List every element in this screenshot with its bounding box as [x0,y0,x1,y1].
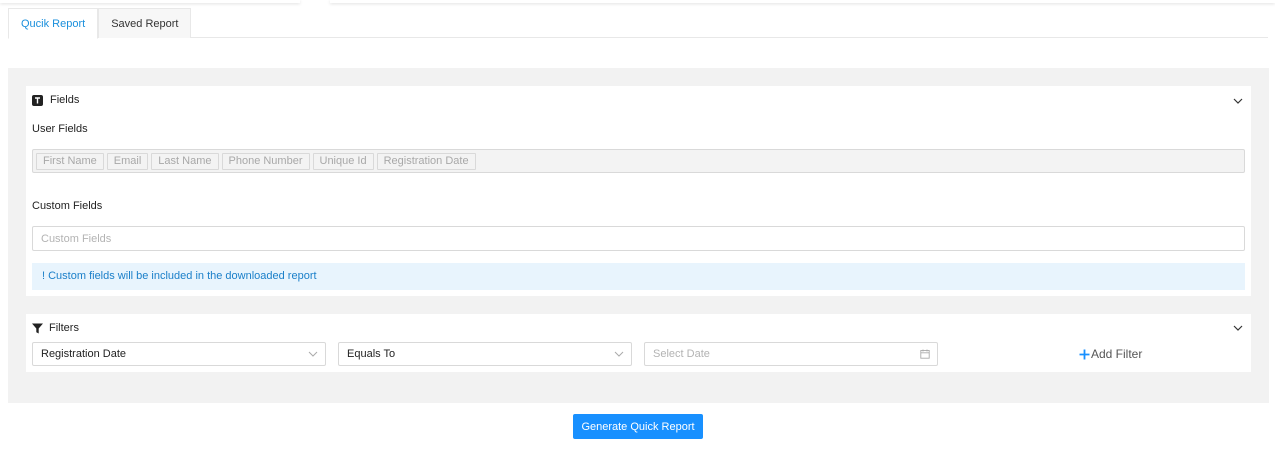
custom-fields-notice: ! Custom fields will be included in the … [32,263,1245,290]
top-bar-left [0,0,300,3]
calendar-icon [920,349,930,359]
custom-fields-input[interactable] [32,226,1245,251]
chevron-down-icon [308,351,318,357]
funnel-icon [32,323,43,333]
fields-card: Fields User Fields First Name Email Last… [26,86,1251,296]
generate-quick-report-button[interactable]: Generate Quick Report [573,414,703,439]
custom-fields-label: Custom Fields [32,200,103,212]
tab-saved-report[interactable]: Saved Report [98,8,192,38]
date-placeholder: Select Date [653,348,710,360]
filter-operator-select[interactable]: Equals To [338,342,632,366]
fields-icon [32,94,43,106]
add-filter-label: Add Filter [1091,347,1143,361]
user-field-tag: Unique Id [312,152,374,170]
fields-title: Fields [50,94,80,106]
filter-field-select[interactable]: Registration Date [32,342,326,366]
report-tabs: Qucik Report Saved Report [8,8,1268,39]
chevron-down-icon [614,351,624,357]
add-filter-button[interactable]: Add Filter [1079,347,1142,361]
filter-field-value: Registration Date [41,348,126,360]
user-field-tag: Phone Number [221,152,310,170]
user-field-tag: Email [106,152,149,170]
user-field-tag: Last Name [151,152,219,170]
tab-quick-report[interactable]: Qucik Report [8,8,99,39]
filters-header[interactable]: Filters [32,322,79,334]
user-fields-label: User Fields [32,123,88,135]
top-bar-right [330,0,1275,3]
chevron-down-icon[interactable] [1233,323,1243,333]
user-fields-select[interactable]: First Name Email Last Name Phone Number … [32,149,1245,173]
plus-icon [1079,349,1090,359]
filters-card: Filters Registration Date Equals To Sele… [26,314,1251,372]
user-field-tag: First Name [36,152,104,170]
fields-header[interactable]: Fields [32,94,79,106]
user-field-tag: Registration Date [376,152,476,170]
filter-date-picker[interactable]: Select Date [644,342,938,366]
filter-operator-value: Equals To [347,348,396,360]
chevron-down-icon[interactable] [1233,96,1243,106]
filters-title: Filters [49,322,79,334]
